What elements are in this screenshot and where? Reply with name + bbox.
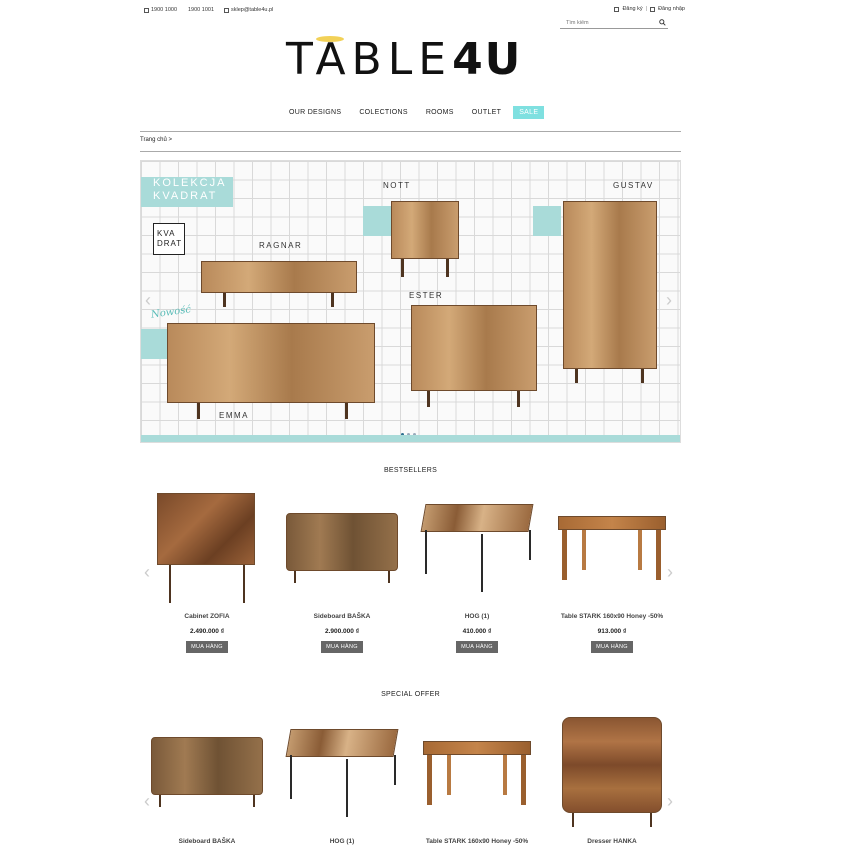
label-gustav: GUSTAV <box>613 181 654 190</box>
product-card[interactable]: HOG (1) 410.000 ₫ MUA HÀNG <box>417 490 537 653</box>
bestsellers-title: BESTSELLERS <box>383 467 438 474</box>
product-card[interactable]: Table STARK 160x90 Honey -50% <box>417 715 537 845</box>
nott-nightstand <box>391 201 459 259</box>
product-card[interactable]: Table STARK 160x90 Honey -50% 913.000 ₫ … <box>552 490 672 653</box>
teal-block <box>141 329 167 359</box>
product-image[interactable] <box>417 490 537 605</box>
product-card[interactable]: Sideboard BAŠKA <box>147 715 267 845</box>
banner-strip <box>141 435 680 442</box>
search-input[interactable] <box>560 17 652 28</box>
divider <box>140 151 681 152</box>
search-icon[interactable] <box>659 19 666 26</box>
phone-1[interactable]: 1900 1000 <box>144 7 177 13</box>
breadcrumb: Trang chủ > <box>140 137 172 143</box>
phone-2[interactable]: 1900 1001 <box>188 7 214 13</box>
breadcrumb-home[interactable]: Trang chủ <box>140 137 167 143</box>
phone-icon <box>144 7 149 13</box>
email-link[interactable]: sklep@table4u.pl <box>224 7 273 13</box>
teal-block <box>363 206 391 236</box>
product-card[interactable]: Cabinet ZOFIA 2.490.000 ₫ MUA HÀNG <box>147 490 267 653</box>
label-ragnar: RAGNAR <box>259 241 303 250</box>
teal-block <box>533 206 561 236</box>
hero-banner[interactable]: KOLEKCJA KVADRAT KVA DRAT RAGNAR NOTT GU… <box>140 160 681 443</box>
nav-outlet[interactable]: OUTLET <box>463 109 510 116</box>
special-offer-title: SPECIAL OFFER <box>381 691 440 698</box>
product-name[interactable]: Dresser HANKA <box>552 838 672 845</box>
collection-title-line1: KOLEKCJA <box>153 177 227 189</box>
logo-number: 4U <box>452 34 523 85</box>
buy-button[interactable]: MUA HÀNG <box>186 641 228 653</box>
product-price: 2.490.000 ₫ <box>189 628 225 635</box>
buy-button[interactable]: MUA HÀNG <box>321 641 363 653</box>
product-price: 913.000 ₫ <box>597 628 627 635</box>
product-image[interactable] <box>147 490 267 605</box>
product-name[interactable]: HOG (1) <box>417 613 537 620</box>
main-nav: OUR DESIGNS COLECTIONS ROOMS OUTLET SALE <box>280 104 560 120</box>
login-link[interactable]: Đăng nhập <box>658 6 685 12</box>
product-name[interactable]: Sideboard BAŠKA <box>147 838 267 845</box>
product-card[interactable]: Sideboard BAŠKA 2.900.000 ₫ MUA HÀNG <box>282 490 402 653</box>
site-logo[interactable]: TABLE4U <box>286 36 536 84</box>
divider <box>140 131 681 132</box>
product-name[interactable]: Sideboard BAŠKA <box>282 613 402 620</box>
login-icon <box>650 6 656 12</box>
ester-dresser <box>411 305 537 391</box>
nav-our-designs[interactable]: OUR DESIGNS <box>280 109 350 116</box>
nav-colections[interactable]: COLECTIONS <box>350 109 417 116</box>
product-name[interactable]: Cabinet ZOFIA <box>147 613 267 620</box>
new-label: Nowość <box>150 304 192 321</box>
product-image[interactable] <box>147 715 267 830</box>
product-price: 2.900.000 ₫ <box>324 628 360 635</box>
logo-text: TABLE <box>286 34 453 85</box>
buy-button[interactable]: MUA HÀNG <box>591 641 633 653</box>
product-card[interactable]: Dresser HANKA <box>552 715 672 845</box>
label-emma: EMMA <box>219 411 249 420</box>
auth-separator: | <box>645 6 648 12</box>
auth-links: Đăng ký | Đăng nhập <box>614 6 685 12</box>
product-name[interactable]: Table STARK 160x90 Honey -50% <box>552 613 672 620</box>
top-bar: 1900 1000 1900 1001 sklep@table4u.pl Đăn… <box>140 5 685 17</box>
logo-halo <box>316 36 344 42</box>
search-box <box>560 17 668 29</box>
product-card[interactable]: HOG (1) <box>282 715 402 845</box>
label-ester: ESTER <box>409 291 444 300</box>
product-image[interactable] <box>552 715 672 830</box>
buy-button[interactable]: MUA HÀNG <box>456 641 498 653</box>
product-name[interactable]: Table STARK 160x90 Honey -50% <box>417 838 537 845</box>
label-nott: NOTT <box>383 181 411 190</box>
product-image[interactable] <box>552 490 672 605</box>
user-icon <box>614 6 620 12</box>
collection-title-line2: KVADRAT <box>153 190 218 202</box>
product-image[interactable] <box>282 715 402 830</box>
product-price: 410.000 ₫ <box>462 628 492 635</box>
product-image[interactable] <box>417 715 537 830</box>
breadcrumb-separator: > <box>168 137 172 143</box>
kvadrat-badge: KVA DRAT <box>153 223 185 255</box>
banner-prev-arrow[interactable]: ‹ <box>145 291 155 309</box>
gustav-bookcase <box>563 201 657 369</box>
product-name[interactable]: HOG (1) <box>282 838 402 845</box>
register-link[interactable]: Đăng ký <box>622 6 642 12</box>
banner-next-arrow[interactable]: › <box>666 291 676 309</box>
ragnar-tv-stand <box>201 261 357 293</box>
emma-sideboard <box>167 323 375 403</box>
product-image[interactable] <box>282 490 402 605</box>
nav-sale[interactable]: SALE <box>513 105 545 119</box>
nav-rooms[interactable]: ROOMS <box>417 109 463 116</box>
mail-icon <box>224 7 229 13</box>
